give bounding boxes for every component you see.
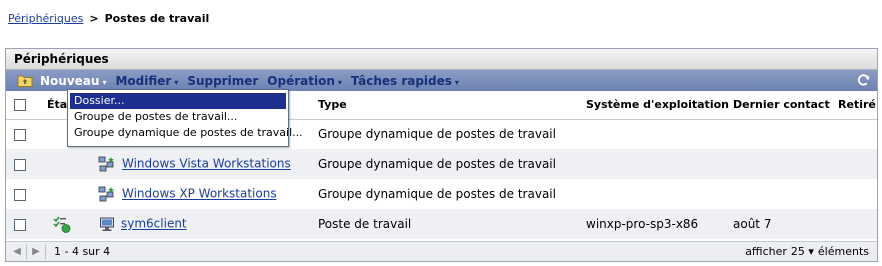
- status-cell: [43, 179, 80, 209]
- chevron-down-icon: ▾: [174, 77, 179, 87]
- last-contact-cell: [729, 179, 834, 209]
- chevron-down-icon: ▾: [808, 245, 814, 258]
- toolbar-edit-menu[interactable]: Modifier ▾: [115, 74, 178, 88]
- next-page-icon[interactable]: ▶: [29, 245, 43, 259]
- panel-title: Périphériques: [6, 49, 877, 70]
- workstation-icon: [100, 217, 114, 231]
- os-cell: [582, 149, 729, 179]
- status-cell: [43, 209, 80, 239]
- previous-page-icon[interactable]: ◀: [10, 245, 24, 259]
- page-size-control: afficher 25 ▾ éléments: [745, 245, 869, 258]
- os-cell: [582, 179, 729, 209]
- last-contact-cell: août 7: [729, 209, 834, 239]
- toolbar-new-menu[interactable]: Nouveau ▾: [40, 74, 106, 88]
- chevron-down-icon: ▾: [337, 77, 342, 87]
- name-cell: sym6client: [80, 209, 314, 239]
- os-cell: [582, 119, 729, 149]
- last-contact-cell: [729, 119, 834, 149]
- status-ok-icon[interactable]: [53, 215, 71, 233]
- type-cell: Poste de travail: [314, 209, 582, 239]
- pagination-bar: ◀ ▶ 1 - 4 sur 4 afficher 25 ▾ éléments: [6, 241, 877, 261]
- toolbar-quick-tasks-menu[interactable]: Tâches rapides ▾: [351, 74, 459, 88]
- devices-panel: Périphériques Nouveau ▾ Modifier ▾ Supprim…: [5, 48, 878, 262]
- retired-cell: [834, 209, 877, 239]
- row-checkbox[interactable]: [14, 128, 26, 141]
- menu-item-workstation-group[interactable]: Groupe de postes de travail...: [70, 109, 286, 125]
- workstation-link[interactable]: sym6client: [121, 217, 187, 231]
- os-cell: winxp-pro-sp3-x86: [582, 209, 729, 239]
- workstation-group-link[interactable]: Windows XP Workstations: [122, 187, 277, 201]
- dynamic-group-icon: [98, 156, 114, 172]
- table-row: Windows Vista Workstations Groupe dynami…: [6, 149, 877, 179]
- breadcrumb-current: Postes de travail: [104, 12, 210, 25]
- chevron-down-icon: ▾: [454, 77, 459, 87]
- select-all-cell[interactable]: [6, 91, 43, 120]
- retired-cell: [834, 179, 877, 209]
- folder-up-icon[interactable]: [17, 73, 33, 87]
- column-type[interactable]: Type: [314, 91, 582, 120]
- row-checkbox[interactable]: [14, 218, 26, 231]
- column-retired[interactable]: Retiré: [834, 91, 877, 120]
- type-cell: Groupe dynamique de postes de travail: [318, 127, 556, 142]
- item-range: 1 - 4 sur 4: [54, 245, 111, 258]
- refresh-icon[interactable]: [856, 73, 871, 88]
- status-cell: [43, 149, 80, 179]
- chevron-down-icon: ▾: [102, 77, 107, 87]
- name-cell: Windows Vista Workstations: [80, 149, 314, 179]
- row-checkbox[interactable]: [14, 158, 26, 171]
- toolbar: Nouveau ▾ Modifier ▾ Supprimer Opération ▾ …: [6, 70, 877, 91]
- select-all-checkbox[interactable]: [14, 99, 26, 112]
- retired-cell: [834, 149, 877, 179]
- menu-item-folder[interactable]: Dossier...: [70, 93, 286, 109]
- menu-item-dynamic-workstation-group[interactable]: Groupe dynamique de postes de travail...: [70, 125, 303, 141]
- breadcrumb-separator: >: [89, 12, 99, 25]
- retired-cell: [834, 119, 877, 149]
- column-os[interactable]: Système d'exploitation: [582, 91, 729, 120]
- workstation-group-link[interactable]: Windows Vista Workstations: [122, 157, 291, 171]
- column-last-contact[interactable]: Dernier contact: [729, 91, 834, 120]
- breadcrumb-parent-link[interactable]: Périphériques: [8, 12, 83, 25]
- pagination-divider: [26, 244, 27, 259]
- type-cell: Groupe dynamique de postes de travail: [318, 187, 556, 201]
- toolbar-operation-menu[interactable]: Opération ▾: [267, 74, 342, 88]
- new-dropdown-menu: Dossier... Groupe de postes de travail..…: [67, 89, 303, 147]
- breadcrumb: Périphériques > Postes de travail: [8, 12, 209, 25]
- items-label: éléments: [817, 245, 869, 258]
- page-size-select[interactable]: 25 ▾: [791, 245, 814, 258]
- name-cell: Windows XP Workstations: [80, 179, 314, 209]
- table-row: sym6client Poste de travail winxp-pro-sp…: [6, 209, 877, 239]
- toolbar-delete-button[interactable]: Supprimer: [187, 74, 258, 88]
- row-checkbox[interactable]: [14, 188, 26, 201]
- pagination-divider: [45, 244, 46, 259]
- last-contact-cell: [729, 149, 834, 179]
- type-cell: Groupe dynamique de postes de travail: [314, 149, 582, 179]
- dynamic-group-icon: [98, 186, 114, 202]
- show-label: afficher: [745, 245, 787, 258]
- table-row: Windows XP Workstations Groupe dynamique…: [6, 179, 877, 209]
